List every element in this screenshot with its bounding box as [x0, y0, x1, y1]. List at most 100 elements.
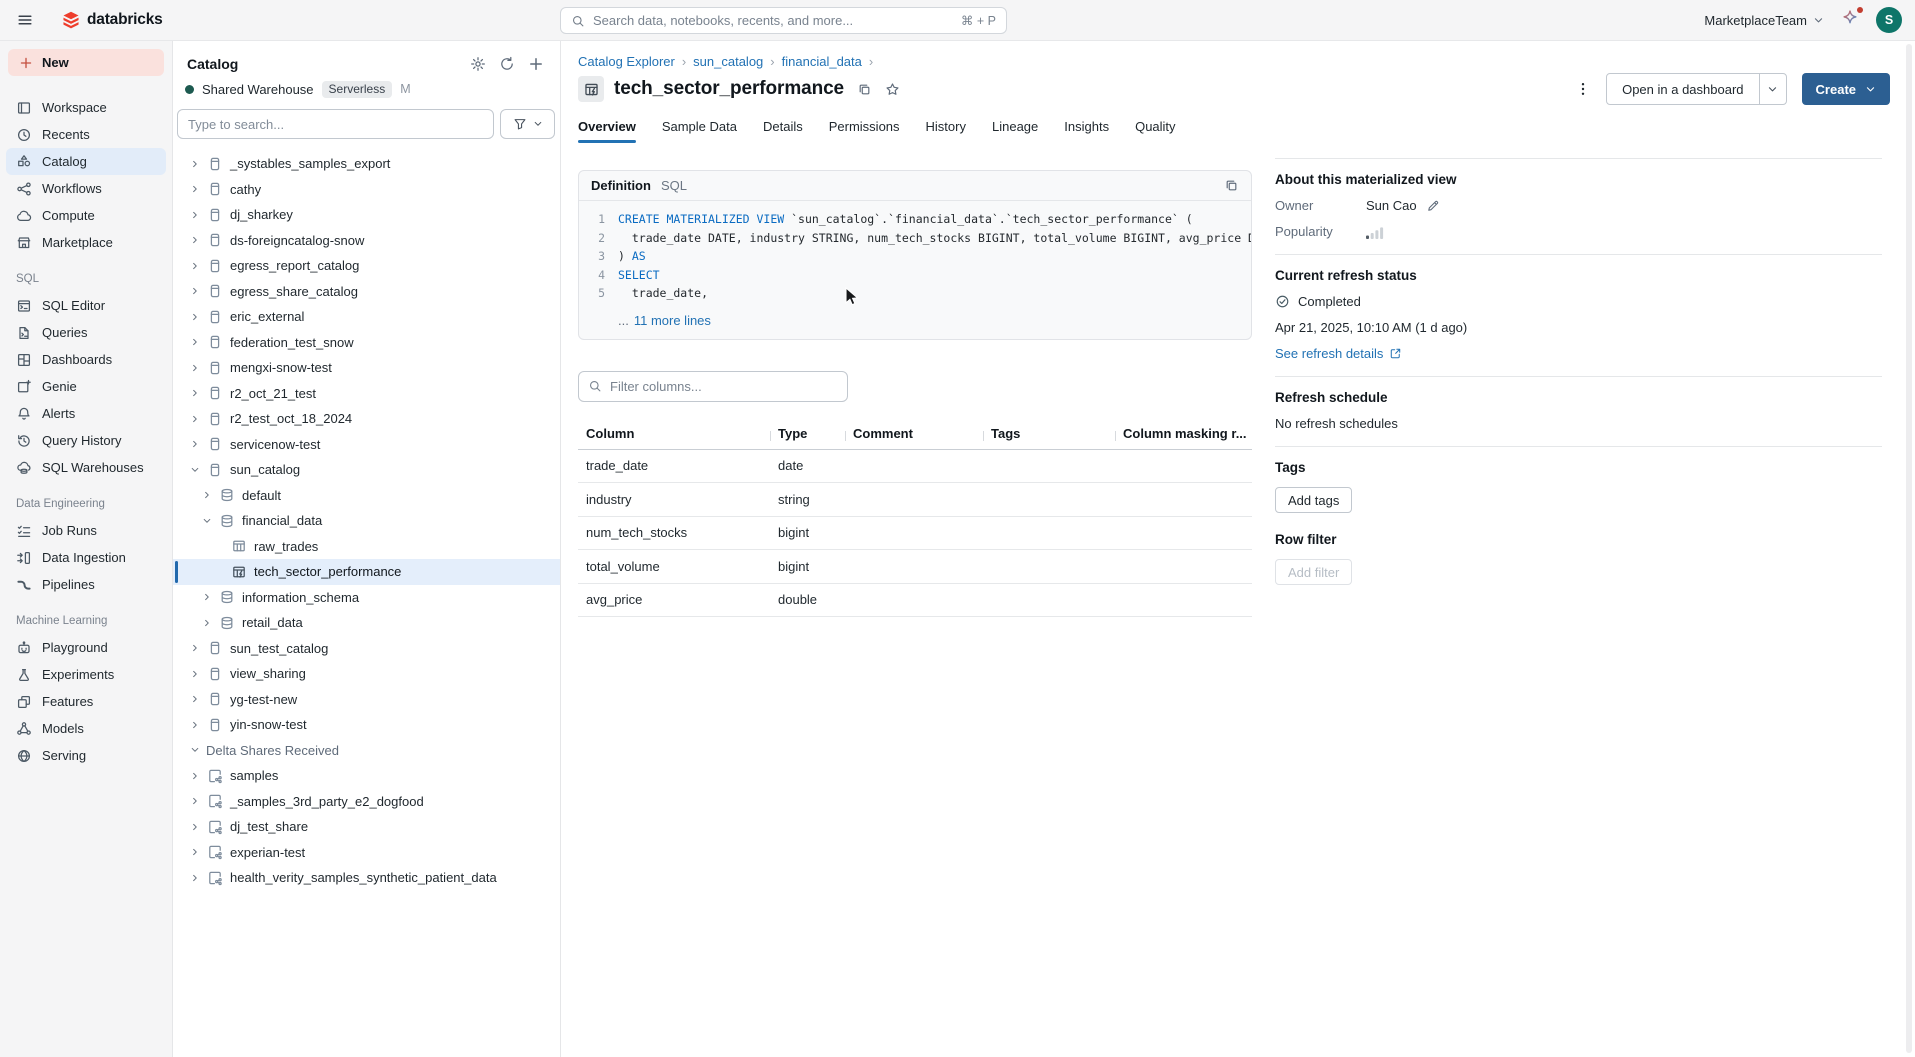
chevron-right-icon[interactable] [187, 669, 203, 679]
chevron-right-icon[interactable] [187, 312, 203, 322]
chevron-right-icon[interactable] [187, 847, 203, 857]
workspace-switcher[interactable]: MarketplaceTeam [1704, 13, 1824, 28]
tree-item-default[interactable]: default [173, 483, 560, 509]
sidebar-item-features[interactable]: Features [6, 688, 166, 715]
sidebar-item-models[interactable]: Models [6, 715, 166, 742]
tree-item-federation-test-snow[interactable]: federation_test_snow [173, 330, 560, 356]
chevron-right-icon[interactable] [187, 873, 203, 883]
tab-sample-data[interactable]: Sample Data [662, 119, 737, 143]
sidebar-item-sql-editor[interactable]: SQL Editor [6, 292, 166, 319]
breadcrumb-catalog-explorer[interactable]: Catalog Explorer [578, 54, 675, 69]
add-filter-button[interactable]: Add filter [1275, 559, 1352, 585]
tree-item-retail-data[interactable]: retail_data [173, 610, 560, 636]
chevron-right-icon[interactable] [187, 184, 203, 194]
tree-item-egress-report-catalog[interactable]: egress_report_catalog [173, 253, 560, 279]
tree-item-r2-test-oct-18-2024[interactable]: r2_test_oct_18_2024 [173, 406, 560, 432]
refresh-details-link[interactable]: See refresh details [1275, 346, 1402, 361]
tree-item-samples[interactable]: samples [173, 763, 560, 789]
chevron-right-icon[interactable] [199, 618, 215, 628]
global-search[interactable]: ⌘ + P [560, 7, 1007, 34]
tree-item-health-verity-samples-synthetic-patient-data[interactable]: health_verity_samples_synthetic_patient_… [173, 865, 560, 891]
tree-item-dj-sharkey[interactable]: dj_sharkey [173, 202, 560, 228]
tree-item-eric-external[interactable]: eric_external [173, 304, 560, 330]
breadcrumb-financial-data[interactable]: financial_data [782, 54, 862, 69]
chevron-right-icon[interactable] [199, 592, 215, 602]
tree-item-dj-test-share[interactable]: dj_test_share [173, 814, 560, 840]
sidebar-item-genie[interactable]: Genie [6, 373, 166, 400]
brand[interactable]: databricks [62, 11, 163, 29]
tab-history[interactable]: History [926, 119, 966, 143]
open-in-dashboard-button[interactable]: Open in a dashboard [1606, 73, 1786, 105]
catalog-search-input[interactable] [177, 109, 494, 139]
sidebar-item-serving[interactable]: Serving [6, 742, 166, 769]
tree-item-raw-trades[interactable]: raw_trades [173, 534, 560, 560]
tree-item-tech-sector-performance[interactable]: tech_sector_performance [173, 559, 560, 585]
chevron-right-icon[interactable] [187, 439, 203, 449]
chevron-right-icon[interactable] [187, 796, 203, 806]
tree-item-yg-test-new[interactable]: yg-test-new [173, 687, 560, 713]
global-search-input[interactable] [593, 13, 953, 28]
tab-overview[interactable]: Overview [578, 119, 636, 143]
catalog-filter-button[interactable] [500, 109, 555, 139]
tab-details[interactable]: Details [763, 119, 803, 143]
tree-item-ds-foreigncatalog-snow[interactable]: ds-foreigncatalog-snow [173, 228, 560, 254]
more-lines-link[interactable]: 11 more lines [634, 313, 711, 328]
chevron-down-icon[interactable] [187, 465, 203, 475]
sidebar-item-queries[interactable]: Queries [6, 319, 166, 346]
open-dashboard-caret[interactable] [1759, 74, 1786, 104]
avatar[interactable]: S [1876, 7, 1902, 33]
chevron-right-icon[interactable] [187, 261, 203, 271]
chevron-right-icon[interactable] [187, 235, 203, 245]
tab-quality[interactable]: Quality [1135, 119, 1175, 143]
filter-columns[interactable] [578, 371, 848, 402]
tree-item-sun-catalog[interactable]: sun_catalog [173, 457, 560, 483]
tree-item-yin-snow-test[interactable]: yin-snow-test [173, 712, 560, 738]
tab-permissions[interactable]: Permissions [829, 119, 900, 143]
tab-insights[interactable]: Insights [1064, 119, 1109, 143]
copy-sql-icon[interactable] [1224, 178, 1239, 193]
assistant-sparkle-icon[interactable] [1841, 9, 1859, 32]
favorite-icon[interactable] [885, 82, 900, 97]
more-actions-icon[interactable] [1575, 81, 1591, 97]
tree-item-systables-samples-export[interactable]: _systables_samples_export [173, 151, 560, 177]
tree-item-r2-oct-21-test[interactable]: r2_oct_21_test [173, 381, 560, 407]
sidebar-item-alerts[interactable]: Alerts [6, 400, 166, 427]
create-button[interactable]: Create [1802, 73, 1890, 105]
sidebar-item-experiments[interactable]: Experiments [6, 661, 166, 688]
copy-name-icon[interactable] [857, 82, 872, 97]
chevron-right-icon[interactable] [187, 286, 203, 296]
chevron-right-icon[interactable] [187, 822, 203, 832]
chevron-down-icon[interactable] [199, 516, 215, 526]
new-button[interactable]: New [8, 49, 164, 76]
edit-owner-icon[interactable] [1426, 199, 1440, 213]
sidebar-item-data-ingestion[interactable]: Data Ingestion [6, 544, 166, 571]
sidebar-item-recents[interactable]: Recents [6, 121, 166, 148]
chevron-down-icon[interactable] [187, 745, 203, 755]
gear-icon[interactable] [470, 56, 486, 72]
breadcrumb-sun-catalog[interactable]: sun_catalog [693, 54, 763, 69]
chevron-right-icon[interactable] [199, 490, 215, 500]
chevron-right-icon[interactable] [187, 159, 203, 169]
tab-lineage[interactable]: Lineage [992, 119, 1038, 143]
warehouse-selector[interactable]: Shared Warehouse Serverless M [173, 77, 560, 107]
sidebar-item-marketplace[interactable]: Marketplace [6, 229, 166, 256]
sidebar-item-dashboards[interactable]: Dashboards [6, 346, 166, 373]
chevron-right-icon[interactable] [187, 363, 203, 373]
tree-item-mengxi-snow-test[interactable]: mengxi-snow-test [173, 355, 560, 381]
chevron-right-icon[interactable] [187, 210, 203, 220]
tree-item-samples-3rd-party-e2-dogfood[interactable]: _samples_3rd_party_e2_dogfood [173, 789, 560, 815]
filter-columns-input[interactable] [610, 379, 838, 394]
vertical-scrollbar[interactable] [1906, 44, 1912, 1053]
chevron-right-icon[interactable] [187, 337, 203, 347]
add-catalog-icon[interactable] [528, 56, 544, 72]
tree-item-delta-shares-received[interactable]: Delta Shares Received [173, 738, 560, 764]
sidebar-item-workspace[interactable]: Workspace [6, 94, 166, 121]
sidebar-item-job-runs[interactable]: Job Runs [6, 517, 166, 544]
sidebar-item-playground[interactable]: Playground [6, 634, 166, 661]
tree-item-servicenow-test[interactable]: servicenow-test [173, 432, 560, 458]
tree-item-information-schema[interactable]: information_schema [173, 585, 560, 611]
tree-item-cathy[interactable]: cathy [173, 177, 560, 203]
sidebar-item-workflows[interactable]: Workflows [6, 175, 166, 202]
sidebar-item-catalog[interactable]: Catalog [6, 148, 166, 175]
tree-item-experian-test[interactable]: experian-test [173, 840, 560, 866]
